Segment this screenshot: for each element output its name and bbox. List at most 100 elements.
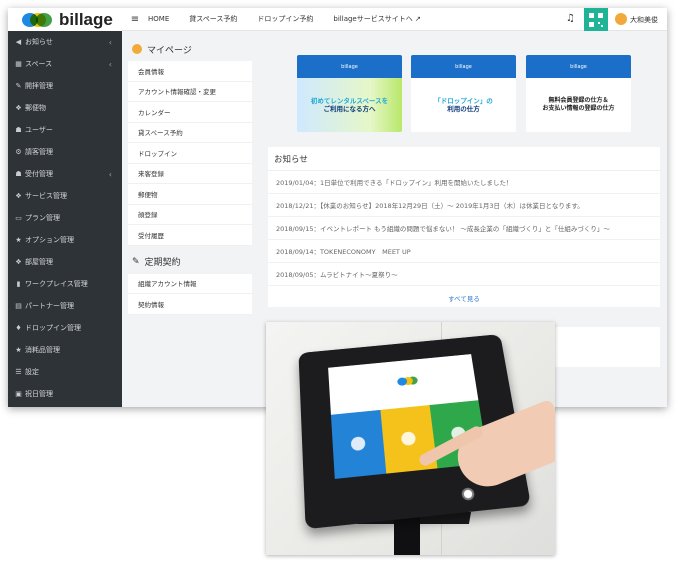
avatar[interactable] [615, 13, 627, 25]
brand[interactable]: billage [8, 8, 122, 31]
chevron-left-icon[interactable]: ‹ [109, 38, 112, 47]
sidebar-item[interactable]: ❖ 部屋管理 [8, 251, 122, 273]
mypage-menu-item[interactable]: 会員情報 [128, 61, 252, 82]
sidebar-item-label: 受付管理 [25, 170, 53, 178]
menu-toggle-icon[interactable]: ≡ [122, 14, 148, 25]
sidebar: billage ◀ お知らせ ‹ ▦ スペース ‹ ✎ 開拝管理 ❖ 郵便物 ☗ ユーザー ⚙ 請客管理 ☗… [8, 8, 122, 407]
sidebar-item[interactable]: ▣ 祝日管理 [8, 383, 122, 405]
sidebar-item[interactable]: ⚙ 請客管理 [8, 141, 122, 163]
tile-icon [400, 431, 417, 447]
sidebar-item[interactable]: ▭ プラン管理 [8, 207, 122, 229]
sidebar-item[interactable]: ❖ 郵便物 [8, 97, 122, 119]
edit-icon: ✎ [132, 256, 140, 267]
news-item[interactable]: 2019/01/04：1日単位で利用できる「ドロップイン」利用を開始いたしました… [268, 171, 660, 194]
star-icon: ★ [15, 236, 22, 244]
services-icon: ❖ [15, 192, 22, 200]
banner-line: 初めてレンタルスペースを [310, 96, 389, 105]
news-item[interactable]: 2018/09/14：TOKENECONOMY MEET UP [268, 240, 660, 263]
chevron-left-icon[interactable]: ‹ [109, 170, 112, 179]
qr-code-icon [589, 12, 603, 27]
sidebar-item[interactable]: ★ 消耗品管理 [8, 339, 122, 361]
fire-icon: ♦ [15, 324, 22, 332]
mypage-menu-item[interactable]: 来客登録 [128, 164, 252, 184]
mypage-menu-item[interactable]: カレンダー [128, 102, 252, 123]
sidebar-item[interactable]: ♦ ドロップイン管理 [8, 317, 122, 339]
mypage-title: マイページ [147, 45, 192, 56]
contract-heading: ✎ 定期契約 [128, 250, 252, 274]
banner-row: billage 初めてレンタルスペースを ご利用になる方へ billage 「ド… [268, 37, 660, 147]
screen-tile-blue [330, 409, 387, 479]
mypage-menu-item[interactable]: 郵便物 [128, 184, 252, 205]
mypage-menu-item[interactable]: 顔登録 [128, 205, 252, 225]
news-item[interactable]: 2018/09/15：イベントレポート もう組織の問題で悩まない！ ～成長企業の… [268, 217, 660, 240]
billage-logo-icon [22, 12, 52, 27]
banner-line: ご利用になる方へ [323, 105, 376, 113]
qr-code-button[interactable] [584, 8, 608, 31]
sidebar-item[interactable]: ▤ パートナー管理 [8, 295, 122, 317]
nav-dropin-reservation[interactable]: ドロップイン予約 [257, 14, 313, 24]
bullhorn-icon: ◀ [15, 38, 22, 46]
user-name[interactable]: 大和美俊 [630, 15, 658, 25]
banner-registration-guide[interactable]: billage 無料会員登録の仕方＆ お支払い情報の登録の仕方 [526, 55, 631, 132]
sidebar-item[interactable]: ☰ 設定 [8, 361, 122, 383]
mypage-menu-item[interactable]: 貸スペース予約 [128, 123, 252, 143]
banner-line: 利用の仕方 [447, 105, 480, 113]
mypage-menu-item[interactable]: アカウント情報確認・変更 [128, 82, 252, 102]
banner-line: お支払い情報の登録の仕方 [542, 105, 615, 112]
sidebar-item[interactable]: ❖ サービス管理 [8, 185, 122, 207]
banner-head: billage [297, 55, 402, 78]
topbar: ≡ HOME 貸スペース予約 ドロップイン予約 billageサービスサイトへ … [122, 8, 667, 31]
sidebar-item-label: 祝日管理 [25, 390, 53, 398]
sidebar-item-label: ユーザー [25, 126, 53, 134]
screen-logo-icon [396, 376, 408, 386]
grid-icon: ▦ [15, 60, 22, 68]
chevron-left-icon[interactable]: ‹ [109, 60, 112, 69]
nav-service-site[interactable]: billageサービスサイトへ ↗ [333, 14, 420, 24]
news-see-all-link[interactable]: すべて見る [268, 286, 660, 310]
sidebar-item[interactable]: ✎ 開拝管理 [8, 75, 122, 97]
table-icon: ▤ [15, 302, 22, 310]
sidebar-item-label: 郵便物 [25, 104, 46, 112]
nav-space-reservation[interactable]: 貸スペース予約 [189, 14, 237, 24]
building-icon: ▮ [16, 280, 21, 288]
sidebar-item[interactable]: ★ オプション管理 [8, 229, 122, 251]
sidebar-item-label: プラン管理 [25, 214, 60, 222]
rooms-icon: ❖ [15, 258, 22, 266]
sidebar-item[interactable]: ▦ スペース ‹ [8, 53, 122, 75]
list-icon: ☰ [15, 368, 22, 376]
sidebar-item[interactable]: ▮ ワークプレイス管理 [8, 273, 122, 295]
banner-head: billage [526, 55, 631, 78]
banner-first-time[interactable]: billage 初めてレンタルスペースを ご利用になる方へ [297, 55, 402, 132]
sidebar-item-label: オプション管理 [25, 236, 74, 244]
sidebar-item[interactable]: ☗ ユーザー [8, 119, 122, 141]
mypage-menu-item[interactable]: ドロップイン [128, 143, 252, 164]
sidebar-item[interactable]: ◀ お知らせ ‹ [8, 31, 122, 53]
user-face-icon [132, 44, 142, 54]
news-item[interactable]: 2018/09/05：ムラビトナイト～夏祭り～ [268, 263, 660, 286]
news-item[interactable]: 2018/12/21：【休業のお知らせ】2018年12月29日（土）～ 2019… [268, 194, 660, 217]
calendar-icon: ▣ [15, 390, 22, 398]
bell-icon[interactable]: ♫ [566, 13, 575, 24]
banner-dropin-guide[interactable]: billage 「ドロップイン」の 利用の仕方 [411, 55, 516, 132]
nav-home[interactable]: HOME [148, 15, 169, 23]
sidebar-item[interactable]: ☗ 受付管理 ‹ [8, 163, 122, 185]
contract-menu-item[interactable]: 契約情報 [128, 294, 252, 315]
mypage-menu-column: マイページ 会員情報 アカウント情報確認・変更 カレンダー 貸スペース予約 ドロップイン… [128, 37, 252, 315]
star-icon: ★ [15, 346, 22, 354]
kiosk-photo [266, 322, 555, 555]
sidebar-item-label: 消耗品管理 [25, 346, 60, 354]
sidebar-menu: ◀ お知らせ ‹ ▦ スペース ‹ ✎ 開拝管理 ❖ 郵便物 ☗ ユーザー ⚙ 請客管理 ☗ 受付管理 ‹ ❖ サー… [8, 31, 122, 405]
main-content: billage 初めてレンタルスペースを ご利用になる方へ billage 「ド… [268, 37, 660, 367]
sidebar-item-label: ドロップイン管理 [25, 324, 81, 332]
mypage-menu-item[interactable]: 受付履歴 [128, 225, 252, 246]
brand-name: billage [59, 9, 113, 29]
sidebar-item-label: 開拝管理 [25, 82, 53, 90]
users-icon: ☗ [15, 126, 22, 134]
contract-menu: 組織アカウント情報 契約情報 [128, 273, 252, 315]
banner-line: 「ドロップイン」の [434, 96, 493, 105]
contract-menu-item[interactable]: 組織アカウント情報 [128, 274, 252, 294]
reception-icon: ☗ [15, 170, 22, 178]
sidebar-item-label: ワークプレイス管理 [25, 280, 88, 288]
mypage-heading: マイページ [128, 37, 252, 61]
sidebar-item-label: お知らせ [25, 38, 53, 46]
